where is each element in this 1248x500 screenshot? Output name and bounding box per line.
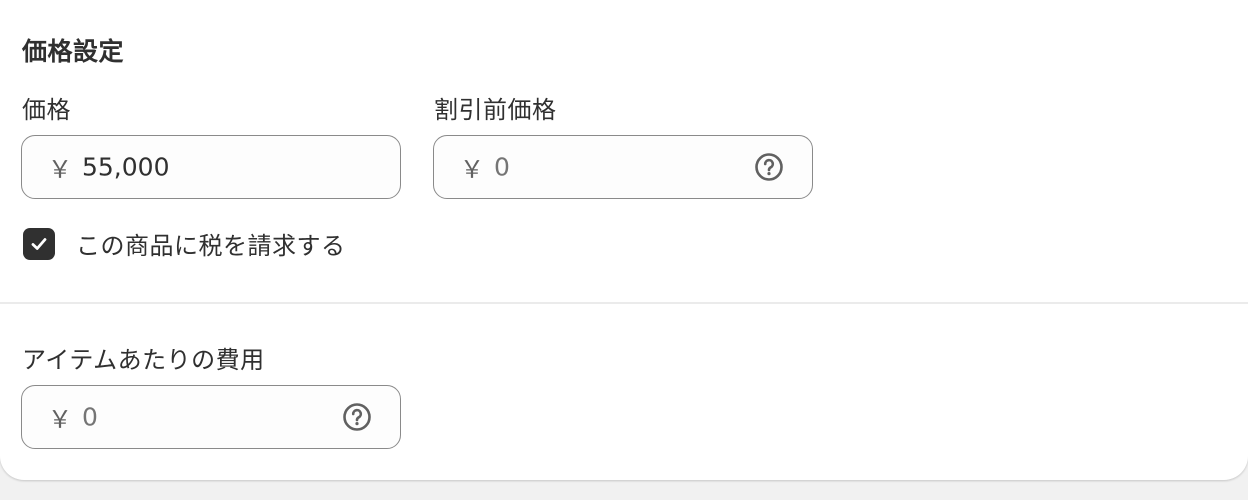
cost-per-item-currency-symbol: ￥ xyxy=(48,405,72,434)
question-circle-icon[interactable] xyxy=(754,152,784,182)
cost-per-item-input[interactable] xyxy=(82,402,332,432)
compare-at-price-currency-symbol: ￥ xyxy=(460,155,484,184)
compare-at-price-label: 割引前価格 xyxy=(434,96,557,124)
price-field[interactable]: ￥ xyxy=(21,135,401,199)
section-title: 価格設定 xyxy=(22,37,125,66)
section-divider xyxy=(0,302,1248,304)
compare-at-price-field[interactable]: ￥ xyxy=(433,135,813,199)
charge-tax-checkbox[interactable] xyxy=(23,227,55,260)
charge-tax-row[interactable]: この商品に税を請求する xyxy=(23,226,346,261)
cost-per-item-field[interactable]: ￥ xyxy=(21,385,401,449)
price-label: 価格 xyxy=(22,96,71,124)
charge-tax-label: この商品に税を請求する xyxy=(76,232,346,260)
question-circle-icon[interactable] xyxy=(342,402,372,432)
checkmark-icon xyxy=(31,237,47,250)
price-currency-symbol: ￥ xyxy=(48,155,72,184)
pricing-card: 価格設定 価格 ￥ 割引前価格 ￥ この商品に税を請求する アイテムあたりの費用… xyxy=(0,0,1248,480)
price-input[interactable] xyxy=(82,152,332,182)
compare-at-price-input[interactable] xyxy=(494,152,744,182)
cost-per-item-label: アイテムあたりの費用 xyxy=(22,346,265,374)
